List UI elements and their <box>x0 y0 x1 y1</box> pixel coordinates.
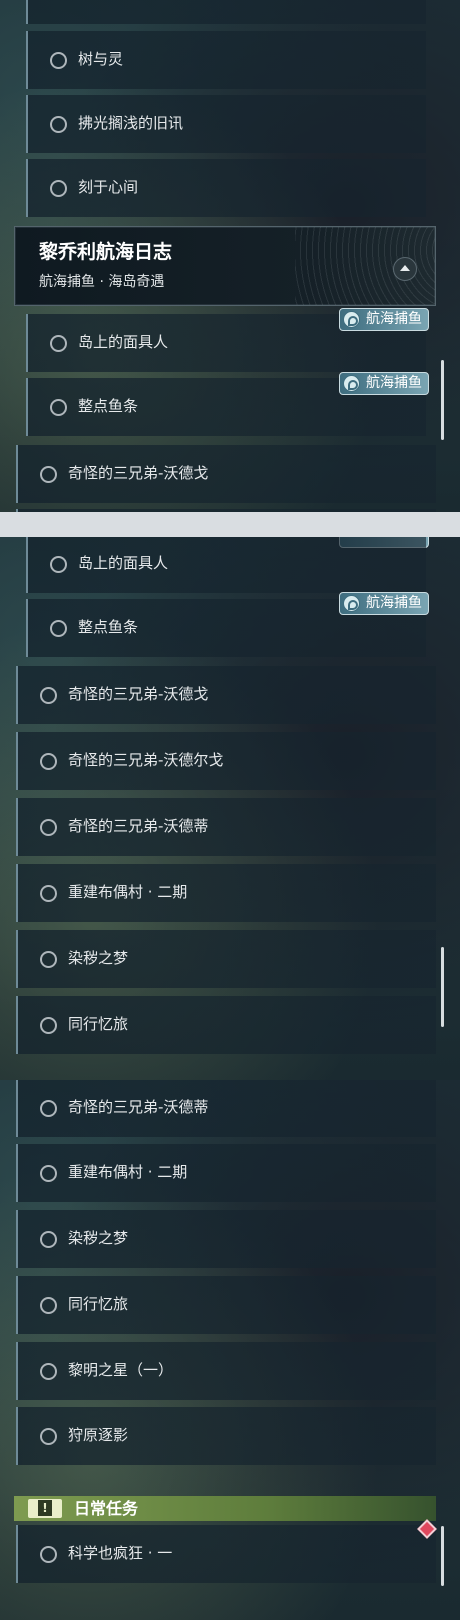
quest-item[interactable]: 奇怪的三兄弟-沃德戈 <box>16 445 436 503</box>
quest-item[interactable]: 狩原逐影 <box>16 1407 436 1465</box>
fishing-tag: 航海捕鱼 <box>339 592 429 615</box>
chevron-up-icon[interactable] <box>393 257 417 281</box>
group-subtitle: 航海捕鱼 · 海岛奇遇 <box>39 274 165 290</box>
fishing-tag: 航海捕鱼 <box>339 308 429 331</box>
fishing-hook-icon <box>343 595 360 612</box>
circle-outline-icon <box>40 753 57 770</box>
daily-quest-section-header[interactable]: 日常任务 <box>14 1496 436 1521</box>
circle-outline-icon <box>40 1428 57 1445</box>
circle-outline-icon <box>50 180 67 197</box>
quest-item-label: 狩原逐影 <box>68 1426 129 1444</box>
circle-outline-icon <box>50 620 67 637</box>
quest-item-label: 拂光搁浅的旧讯 <box>78 114 184 132</box>
fishing-hook-icon <box>343 311 360 328</box>
quest-item-label: 黎明之星（一） <box>68 1361 174 1379</box>
circle-outline-icon <box>50 116 67 133</box>
quest-item[interactable]: 黎明之星（一） <box>16 1342 436 1400</box>
daily-section-title: 日常任务 <box>74 1499 139 1518</box>
quest-item-label: 奇怪的三兄弟-沃德戈 <box>68 464 209 482</box>
fishing-hook-icon <box>343 375 360 392</box>
quest-item-label: 同行忆旅 <box>68 1295 129 1313</box>
quest-item-label: 刻于心间 <box>78 178 139 196</box>
quest-item-label: 整点鱼条 <box>78 618 139 636</box>
screenshot-gap <box>0 512 460 537</box>
quest-item-label: 科学也疯狂 · 一 <box>68 1544 173 1562</box>
quest-item-partial[interactable] <box>26 0 426 24</box>
quest-item-label: 整点鱼条 <box>78 397 139 415</box>
quest-list-panel-2: 岛上的面具人 整点鱼条 航海捕鱼 奇怪的三兄弟-沃德戈 奇怪的三兄弟-沃德尔戈 … <box>0 537 460 1080</box>
group-title: 黎乔利航海日志 <box>39 241 173 263</box>
quest-item[interactable]: 奇怪的三兄弟-沃德蒂 <box>16 798 436 856</box>
circle-outline-icon <box>40 1100 57 1117</box>
quest-item-label: 奇怪的三兄弟-沃德尔戈 <box>68 751 224 769</box>
quest-item-label: 奇怪的三兄弟-沃德蒂 <box>68 1098 209 1116</box>
quest-list-panel-3: 奇怪的三兄弟-沃德蒂 重建布偶村 · 二期 染秽之梦 同行忆旅 黎明之星（一） … <box>0 1080 460 1620</box>
scrollbar[interactable] <box>441 1526 444 1586</box>
quest-item-label: 奇怪的三兄弟-沃德蒂 <box>68 817 209 835</box>
quest-list-panel-1: 树与灵 拂光搁浅的旧讯 刻于心间 黎乔利航海日志 航海捕鱼 · 海岛奇遇 岛上的… <box>0 0 460 512</box>
circle-outline-icon <box>40 687 57 704</box>
circle-outline-icon <box>40 1231 57 1248</box>
quest-item[interactable]: 奇怪的三兄弟-沃德戈 <box>16 666 436 724</box>
tag-label: 航海捕鱼 <box>366 311 422 327</box>
quest-item[interactable]: 同行忆旅 <box>16 1276 436 1334</box>
quest-item-label: 岛上的面具人 <box>78 554 169 572</box>
quest-item[interactable]: 岛上的面具人 <box>26 537 426 593</box>
quest-item-label: 岛上的面具人 <box>78 333 169 351</box>
circle-outline-icon <box>50 52 67 69</box>
quest-item[interactable]: 同行忆旅 <box>16 996 436 1054</box>
quest-item[interactable]: 树与灵 <box>26 31 426 89</box>
circle-outline-icon <box>40 1546 57 1563</box>
quest-item[interactable]: 奇怪的三兄弟-沃德尔戈 <box>16 732 436 790</box>
circle-outline-icon <box>50 556 67 573</box>
quest-item[interactable]: 奇怪的三兄弟-沃德蒂 <box>16 1080 436 1137</box>
circle-outline-icon <box>50 399 67 416</box>
quest-item-label: 奇怪的三兄弟-沃德戈 <box>68 685 209 703</box>
tag-label: 航海捕鱼 <box>366 375 422 391</box>
circle-outline-icon <box>40 951 57 968</box>
circle-outline-icon <box>40 1017 57 1034</box>
quest-item[interactable]: 刻于心间 <box>26 159 426 217</box>
quest-item[interactable]: 染秽之梦 <box>16 1210 436 1268</box>
quest-item[interactable]: 染秽之梦 <box>16 930 436 988</box>
quest-item[interactable]: 科学也疯狂 · 一 <box>16 1525 436 1583</box>
quest-item-label: 重建布偶村 · 二期 <box>68 883 188 901</box>
circle-outline-icon <box>40 1297 57 1314</box>
quest-item-label: 同行忆旅 <box>68 1015 129 1033</box>
exclamation-icon <box>28 1499 62 1518</box>
circle-outline-icon <box>40 819 57 836</box>
scrollbar[interactable] <box>441 360 444 440</box>
quest-item[interactable]: 拂光搁浅的旧讯 <box>26 95 426 153</box>
quest-item-label: 染秽之梦 <box>68 949 129 967</box>
circle-outline-icon <box>40 466 57 483</box>
quest-group-header[interactable]: 黎乔利航海日志 航海捕鱼 · 海岛奇遇 <box>14 226 436 306</box>
scrollbar[interactable] <box>441 947 444 1027</box>
circle-outline-icon <box>50 335 67 352</box>
tag-label: 航海捕鱼 <box>366 595 422 611</box>
quest-item[interactable]: 重建布偶村 · 二期 <box>16 1144 436 1202</box>
circle-outline-icon <box>40 1363 57 1380</box>
circle-outline-icon <box>40 1165 57 1182</box>
quest-item-label: 染秽之梦 <box>68 1229 129 1247</box>
quest-item-label: 树与灵 <box>78 50 124 68</box>
quest-item-label: 重建布偶村 · 二期 <box>68 1163 188 1181</box>
circle-outline-icon <box>40 885 57 902</box>
fishing-tag: 航海捕鱼 <box>339 372 429 395</box>
quest-item[interactable]: 重建布偶村 · 二期 <box>16 864 436 922</box>
